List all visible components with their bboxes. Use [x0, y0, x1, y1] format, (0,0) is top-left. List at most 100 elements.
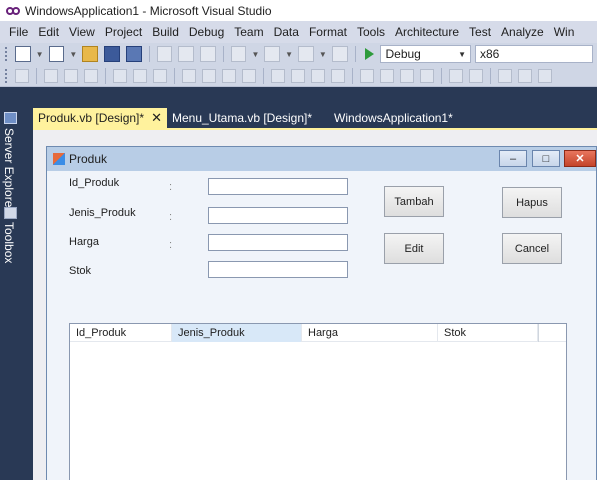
menu-view[interactable]: View: [64, 25, 100, 39]
align-bottoms-icon[interactable]: [153, 68, 167, 83]
menu-analyze[interactable]: Analyze: [496, 25, 549, 39]
new-project-dropdown-icon[interactable]: ▼: [36, 50, 44, 59]
label-jenis-produk[interactable]: Jenis_Produk: [69, 207, 136, 219]
align-lefts-icon[interactable]: [44, 68, 58, 83]
tab-menu-utama-design[interactable]: Menu_Utama.vb [Design]*: [167, 108, 317, 128]
align-centers-icon[interactable]: [64, 68, 78, 83]
column-divider[interactable]: [538, 324, 539, 342]
send-to-back-icon[interactable]: [518, 68, 532, 83]
produk-form[interactable]: Produk – □ ✕ Id_Produk Jenis_Produk Harg…: [46, 146, 597, 480]
copy-icon[interactable]: [178, 46, 194, 62]
save-icon[interactable]: [104, 46, 120, 62]
start-debugging-icon[interactable]: [365, 48, 375, 60]
colon-label[interactable]: :: [169, 211, 172, 223]
cut-icon[interactable]: [156, 46, 173, 62]
tab-windowsapplication1[interactable]: WindowsApplication1*: [329, 108, 458, 128]
column-id-produk[interactable]: Id_Produk: [70, 324, 172, 342]
maximize-button[interactable]: □: [532, 150, 560, 167]
hapus-button[interactable]: Hapus: [502, 187, 562, 218]
add-item-dropdown-icon[interactable]: ▼: [69, 50, 77, 59]
remove-vertical-spacing-icon[interactable]: [420, 68, 434, 83]
navigate-backward-dropdown-icon[interactable]: ▼: [319, 50, 327, 59]
increase-horizontal-spacing-icon[interactable]: [291, 68, 305, 83]
tab-produk-design[interactable]: Produk.vb [Design]* ✕: [33, 108, 167, 128]
menu-debug[interactable]: Debug: [184, 25, 229, 39]
toolbar-grip-icon[interactable]: [4, 67, 8, 84]
save-all-icon[interactable]: [125, 46, 142, 62]
toolbar-separator: [105, 67, 106, 84]
form-title-bar[interactable]: Produk – □ ✕: [47, 147, 596, 171]
server-explorer-tab[interactable]: Server Explorer: [2, 128, 16, 211]
align-rights-icon[interactable]: [84, 68, 98, 83]
minimize-button[interactable]: –: [499, 150, 527, 167]
solution-platform-select[interactable]: x86: [475, 45, 594, 63]
add-item-icon[interactable]: [48, 46, 65, 62]
navigate-forward-icon[interactable]: [331, 46, 348, 62]
column-harga[interactable]: Harga: [302, 324, 438, 342]
menu-project[interactable]: Project: [100, 25, 147, 39]
tambah-button[interactable]: Tambah: [384, 186, 444, 217]
id-produk-textbox[interactable]: [208, 178, 348, 195]
column-jenis-produk[interactable]: Jenis_Produk: [172, 324, 302, 342]
close-button[interactable]: ✕: [564, 150, 596, 167]
solution-configuration-value: Debug: [385, 47, 421, 61]
open-file-icon[interactable]: [82, 46, 99, 62]
align-to-grid-icon[interactable]: [15, 68, 29, 83]
undo-dropdown-icon[interactable]: ▼: [251, 50, 259, 59]
label-id-produk[interactable]: Id_Produk: [69, 177, 119, 189]
redo-icon[interactable]: [264, 46, 281, 62]
stok-textbox[interactable]: [208, 261, 348, 278]
new-project-icon[interactable]: [14, 46, 31, 62]
make-same-size-icon[interactable]: [242, 68, 256, 83]
undo-icon[interactable]: [230, 46, 247, 62]
menu-format[interactable]: Format: [304, 25, 352, 39]
align-tops-icon[interactable]: [113, 68, 127, 83]
menu-edit[interactable]: Edit: [33, 25, 64, 39]
size-to-grid-icon[interactable]: [222, 68, 236, 83]
toolbar-separator: [490, 67, 491, 84]
paste-icon[interactable]: [200, 46, 216, 62]
cancel-button[interactable]: Cancel: [502, 233, 562, 264]
chevron-down-icon: ▼: [458, 49, 466, 59]
close-icon[interactable]: ✕: [151, 110, 162, 126]
toolbar-separator: [174, 67, 175, 84]
menu-data[interactable]: Data: [269, 25, 304, 39]
center-horizontally-icon[interactable]: [449, 68, 463, 83]
toolbox-icon[interactable]: [4, 207, 17, 219]
server-explorer-icon[interactable]: [4, 112, 17, 124]
label-harga[interactable]: Harga: [69, 236, 99, 248]
toolbar-grip-icon[interactable]: [4, 46, 8, 62]
menu-file[interactable]: File: [4, 25, 33, 39]
make-same-height-icon[interactable]: [202, 68, 216, 83]
decrease-horizontal-spacing-icon[interactable]: [311, 68, 325, 83]
menu-window[interactable]: Win: [549, 25, 580, 39]
bring-to-front-icon[interactable]: [498, 68, 512, 83]
column-stok[interactable]: Stok: [438, 324, 538, 342]
harga-textbox[interactable]: [208, 234, 348, 251]
solution-configuration-select[interactable]: Debug ▼: [380, 45, 471, 63]
edit-button[interactable]: Edit: [384, 233, 444, 264]
menu-build[interactable]: Build: [147, 25, 184, 39]
remove-horizontal-spacing-icon[interactable]: [331, 68, 345, 83]
make-same-width-icon[interactable]: [182, 68, 196, 83]
label-stok[interactable]: Stok: [69, 265, 91, 277]
menu-tools[interactable]: Tools: [352, 25, 390, 39]
colon-label[interactable]: :: [169, 181, 172, 193]
produk-listview[interactable]: Id_Produk Jenis_Produk Harga Stok: [69, 323, 567, 480]
menu-test[interactable]: Test: [464, 25, 496, 39]
toolbox-tab[interactable]: Toolbox: [2, 222, 16, 263]
jenis-produk-textbox[interactable]: [208, 207, 348, 224]
center-vertically-icon[interactable]: [469, 68, 483, 83]
colon-label[interactable]: :: [169, 239, 172, 251]
horizontal-spacing-equal-icon[interactable]: [271, 68, 285, 83]
visual-studio-logo-icon: [6, 6, 22, 16]
navigate-backward-icon[interactable]: [298, 46, 314, 62]
align-middles-icon[interactable]: [133, 68, 147, 83]
increase-vertical-spacing-icon[interactable]: [380, 68, 394, 83]
vertical-spacing-equal-icon[interactable]: [360, 68, 374, 83]
redo-dropdown-icon[interactable]: ▼: [285, 50, 293, 59]
decrease-vertical-spacing-icon[interactable]: [400, 68, 414, 83]
tab-order-icon[interactable]: [538, 68, 552, 83]
menu-architecture[interactable]: Architecture: [390, 25, 464, 39]
menu-team[interactable]: Team: [229, 25, 268, 39]
